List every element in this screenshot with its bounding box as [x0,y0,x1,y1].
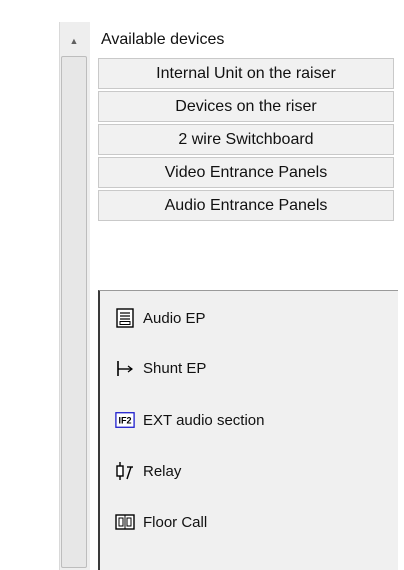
category-audio-entrance-panels-button[interactable]: Audio Entrance Panels [98,190,394,221]
scrollbar-thumb[interactable] [61,56,87,568]
device-item-floor-call[interactable]: Floor Call [115,509,207,535]
available-devices-title: Available devices [101,31,225,48]
left-blank-area [0,0,59,570]
category-2-wire-switchboard-button[interactable]: 2 wire Switchboard [98,124,394,155]
audio-ep-icon [115,308,135,328]
device-label: Shunt EP [143,359,207,377]
device-label: EXT audio section [143,411,265,429]
available-devices-header: Available devices [89,24,404,56]
device-item-relay[interactable]: Relay [115,458,181,484]
scroll-up-arrow-icon[interactable]: ▲ [59,28,89,54]
if2-icon: IF2 [115,410,135,430]
relay-icon [115,461,135,481]
category-internal-unit-button[interactable]: Internal Unit on the raiser [98,58,394,89]
device-item-shunt-ep[interactable]: Shunt EP [115,355,206,381]
category-video-entrance-panels-button[interactable]: Video Entrance Panels [98,157,394,188]
device-item-audio-ep[interactable]: Audio EP [115,305,206,331]
floor-call-icon [115,512,135,532]
device-item-ext-audio-section[interactable]: IF2 EXT audio section [115,407,264,433]
category-devices-on-riser-button[interactable]: Devices on the riser [98,91,394,122]
device-label: Audio EP [143,309,206,327]
shunt-icon [115,358,135,378]
device-label: Relay [143,462,182,480]
svg-text:IF2: IF2 [118,416,131,426]
device-label: Floor Call [143,513,208,531]
